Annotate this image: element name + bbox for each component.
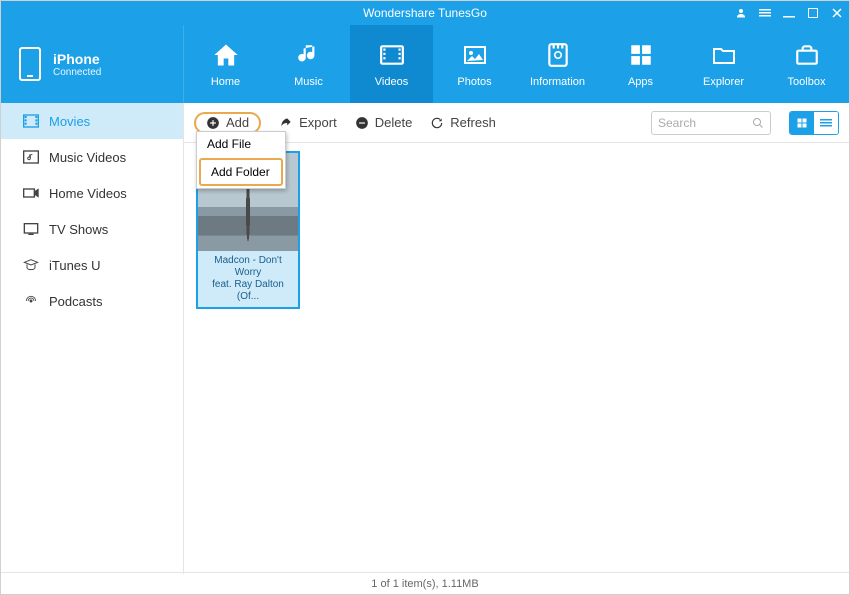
export-button[interactable]: Export <box>279 115 337 130</box>
tab-videos[interactable]: Videos <box>350 25 433 103</box>
tab-information[interactable]: Information <box>516 25 599 103</box>
user-icon[interactable] <box>735 7 747 19</box>
add-dropdown: Add File Add Folder <box>196 131 286 189</box>
minimize-button[interactable] <box>783 7 795 19</box>
tab-home[interactable]: Home <box>184 25 267 103</box>
maximize-button[interactable] <box>807 7 819 19</box>
content-area: Madcon - Don't Worry feat. Ray Dalton (O… <box>184 143 849 574</box>
sidebar-item-home-videos[interactable]: Home Videos <box>1 175 183 211</box>
list-view-button[interactable] <box>814 112 838 134</box>
dropdown-add-file[interactable]: Add File <box>197 132 285 156</box>
tab-apps[interactable]: Apps <box>599 25 682 103</box>
refresh-button[interactable]: Refresh <box>430 115 496 130</box>
dropdown-add-folder[interactable]: Add Folder <box>199 158 283 186</box>
sidebar-item-itunes-u[interactable]: iTunes U <box>1 247 183 283</box>
main-tabs: Home Music Videos Photos Information App… <box>184 25 849 103</box>
tab-toolbox[interactable]: Toolbox <box>765 25 848 103</box>
tab-photos[interactable]: Photos <box>433 25 516 103</box>
search-input[interactable]: Search <box>651 111 771 135</box>
close-button[interactable] <box>831 7 843 19</box>
header: iPhone Connected Home Music Videos Photo… <box>1 25 849 103</box>
device-name: iPhone <box>53 51 101 67</box>
thumbnail-caption: Madcon - Don't Worry feat. Ray Dalton (O… <box>198 251 298 307</box>
device-status: Connected <box>53 67 101 78</box>
titlebar: Wondershare TunesGo <box>1 1 849 25</box>
app-title: Wondershare TunesGo <box>363 6 487 20</box>
sidebar-item-tv-shows[interactable]: TV Shows <box>1 211 183 247</box>
grid-view-button[interactable] <box>790 112 814 134</box>
status-bar: 1 of 1 item(s), 1.11MB <box>1 572 849 594</box>
tab-music[interactable]: Music <box>267 25 350 103</box>
sidebar-item-movies[interactable]: Movies <box>1 103 183 139</box>
menu-icon[interactable] <box>759 7 771 19</box>
sidebar-item-podcasts[interactable]: Podcasts <box>1 283 183 319</box>
view-toggle <box>789 111 839 135</box>
delete-button[interactable]: Delete <box>355 115 413 130</box>
phone-icon <box>19 47 41 81</box>
sidebar: Movies Music Videos Home Videos TV Shows… <box>1 103 184 574</box>
sidebar-item-music-videos[interactable]: Music Videos <box>1 139 183 175</box>
tab-explorer[interactable]: Explorer <box>682 25 765 103</box>
device-panel[interactable]: iPhone Connected <box>1 25 184 103</box>
